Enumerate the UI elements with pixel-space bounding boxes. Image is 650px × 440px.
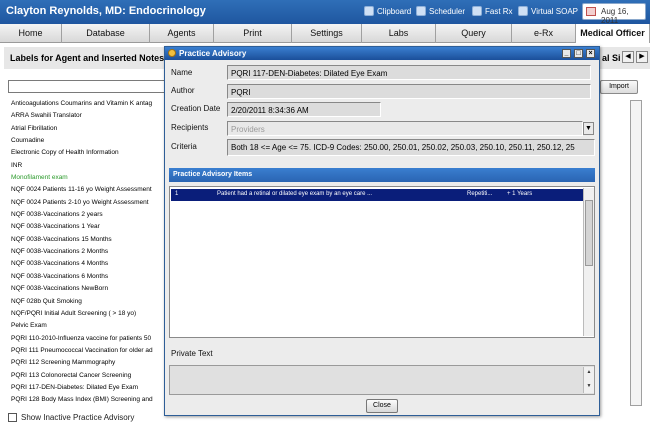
scheduler-label: Scheduler	[429, 6, 466, 16]
dialog-title-bar: Practice Advisory _ □ ×	[165, 47, 599, 60]
virtual-soap-button[interactable]: Virtual SOAP	[518, 6, 578, 16]
show-inactive-checkbox[interactable]	[8, 413, 17, 422]
item-number: 1	[175, 191, 179, 197]
menu-labs[interactable]: Labs	[362, 24, 436, 43]
dialog-title: Practice Advisory	[179, 49, 247, 58]
virtual-soap-label: Virtual SOAP	[531, 6, 578, 16]
menu-database[interactable]: Database	[62, 24, 150, 43]
arrow-left-icon: ◀	[625, 53, 631, 60]
author-field[interactable]: PQRI	[227, 84, 591, 99]
show-inactive-row[interactable]: Show Inactive Practice Advisory	[8, 413, 134, 422]
calendar-date-icon	[586, 7, 596, 16]
advisory-icon	[168, 49, 176, 57]
advisory-items-list[interactable]: 1 Patient had a retinal or dilated eye e…	[169, 186, 595, 338]
menu-medical-officer[interactable]: Medical Officer	[576, 24, 650, 43]
label-list-item[interactable]: INR	[8, 160, 166, 172]
label-list-item[interactable]: NQF 0038-Vaccinations 2 years	[8, 209, 166, 221]
private-text-label: Private Text	[171, 349, 213, 358]
label-list-item[interactable]: NQF 0038-Vaccinations 15 Months	[8, 234, 166, 246]
name-field[interactable]: PQRI 117-DEN-Diabetes: Dilated Eye Exam	[227, 65, 591, 80]
label-list-item[interactable]: NQF 0038-Vaccinations 4 Months	[8, 258, 166, 270]
advisory-items-header: Practice Advisory Items	[169, 168, 595, 182]
clipboard-label: Clipboard	[377, 6, 412, 16]
recipients-dropdown-button[interactable]: ▼	[583, 122, 594, 135]
label-list-item[interactable]: PQRI 112 Screening Mammography	[8, 357, 166, 369]
private-text-scrollbar[interactable]: ▲ ▼	[583, 367, 594, 393]
scroll-up-icon[interactable]: ▲	[585, 369, 593, 376]
scheduler-button[interactable]: Scheduler	[416, 6, 465, 16]
practice-advisory-dialog: Practice Advisory _ □ × Name PQRI 117-DE…	[164, 46, 600, 416]
close-window-button[interactable]: ×	[586, 49, 595, 58]
item-type: Repetiti...	[467, 191, 493, 197]
advisory-item-row[interactable]: 1 Patient had a retinal or dilated eye e…	[171, 189, 583, 201]
menu-bar: Home Database Agents Print Settings Labs…	[0, 24, 650, 43]
rx-icon	[472, 6, 482, 16]
menu-home[interactable]: Home	[0, 24, 62, 43]
label-list-item[interactable]: NQF 0038-Vaccinations 6 Months	[8, 271, 166, 283]
fast-rx-button[interactable]: Fast Rx	[472, 6, 513, 16]
creation-date-label: Creation Date	[171, 104, 221, 113]
menu-query[interactable]: Query	[436, 24, 512, 43]
items-scroll-thumb[interactable]	[585, 200, 593, 266]
close-button[interactable]: Close	[366, 399, 398, 413]
menu-erx[interactable]: e-Rx	[512, 24, 576, 43]
date-field[interactable]: Aug 16, 2011	[582, 3, 646, 25]
label-list-item[interactable]: NQF 028b Quit Smoking	[8, 296, 166, 308]
labels-list[interactable]: Anticoagulations Coumarins and Vitamin K…	[8, 98, 166, 404]
author-label: Author	[171, 86, 195, 95]
label-list-item[interactable]: ARRA Swahili Translator	[8, 110, 166, 122]
recipients-label: Recipients	[171, 123, 209, 132]
chevron-down-icon: ▼	[585, 125, 592, 132]
label-list-item[interactable]: PQRI 113 Colonorectal Cancer Screening	[8, 370, 166, 382]
label-list-item[interactable]: PQRI 110-2010-Influenza vaccine for pati…	[8, 333, 166, 345]
menu-agents[interactable]: Agents	[150, 24, 214, 43]
criteria-field[interactable]: Both 18 <= Age <= 75. ICD-9 Codes: 250.0…	[227, 139, 595, 156]
arrow-right-icon: ▶	[639, 53, 645, 60]
label-list-item[interactable]: NQF 0024 Patients 11-16 yo Weight Assess…	[8, 184, 166, 196]
label-list-item[interactable]: PQRI 128 Body Mass Index (BMI) Screening…	[8, 394, 166, 404]
menu-print[interactable]: Print	[214, 24, 292, 43]
label-list-item[interactable]: NQF 0038-Vaccinations 1 Year	[8, 221, 166, 233]
label-list-item[interactable]: Pelvic Exam	[8, 320, 166, 332]
recipients-select[interactable]: Providers	[227, 121, 583, 136]
title-bar: Clayton Reynolds, MD: Endocrinology Clip…	[0, 0, 650, 25]
private-text-area[interactable]: ▲ ▼	[169, 365, 595, 395]
import-button[interactable]: Import	[600, 80, 638, 94]
scroll-down-icon[interactable]: ▼	[585, 383, 593, 390]
nav-left-button[interactable]: ◀	[622, 51, 634, 63]
label-list-item[interactable]: NQF 0024 Patients 2-10 yo Weight Assessm…	[8, 197, 166, 209]
clipboard-button[interactable]: Clipboard	[364, 6, 411, 16]
label-list-item[interactable]: PQRI 117-DEN-Diabetes: Dilated Eye Exam	[8, 382, 166, 394]
label-list-item[interactable]: Coumadine	[8, 135, 166, 147]
soap-icon	[518, 6, 528, 16]
criteria-label: Criteria	[171, 142, 197, 151]
calendar-icon	[416, 6, 426, 16]
clipboard-icon	[364, 6, 374, 16]
minimize-button[interactable]: _	[562, 49, 571, 58]
labels-search-input[interactable]	[8, 80, 168, 93]
label-list-item[interactable]: Anticoagulations Coumarins and Vitamin K…	[8, 98, 166, 110]
label-list-item[interactable]: NQF/PQRI Initial Adult Screening ( > 18 …	[8, 308, 166, 320]
date-value: Aug 16, 2011	[601, 7, 629, 25]
maximize-button[interactable]: □	[574, 49, 583, 58]
label-list-item[interactable]: Monofilament exam	[8, 172, 166, 184]
nav-right-button[interactable]: ▶	[636, 51, 648, 63]
app-title: Clayton Reynolds, MD: Endocrinology	[6, 5, 206, 17]
label-list-item[interactable]: NQF 0038-Vaccinations NewBorn	[8, 283, 166, 295]
label-list-item[interactable]: Atrial Fibrillation	[8, 123, 166, 135]
label-list-item[interactable]: PQRI 111 Pneumococcal Vaccination for ol…	[8, 345, 166, 357]
show-inactive-label: Show Inactive Practice Advisory	[21, 413, 135, 422]
name-label: Name	[171, 68, 193, 77]
menu-settings[interactable]: Settings	[292, 24, 362, 43]
item-text: Patient had a retinal or dilated eye exa…	[217, 191, 373, 197]
item-interval: + 1 Years	[507, 191, 533, 197]
items-scrollbar[interactable]	[583, 188, 594, 336]
creation-date-field[interactable]: 2/20/2011 8:34:36 AM	[227, 102, 381, 117]
label-list-item[interactable]: NQF 0038-Vaccinations 2 Months	[8, 246, 166, 258]
fast-rx-label: Fast Rx	[485, 6, 513, 16]
right-panel-scrollbar[interactable]	[630, 100, 642, 406]
label-list-item[interactable]: Electronic Copy of Health Information	[8, 147, 166, 159]
